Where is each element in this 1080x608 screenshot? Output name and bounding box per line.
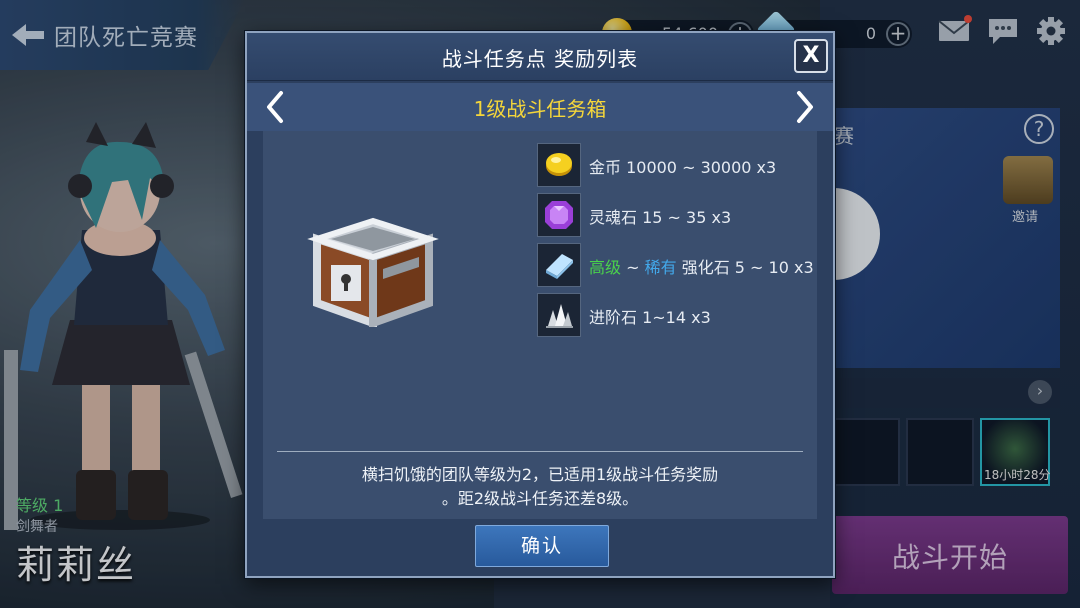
tier-title: 1级战斗任务箱 xyxy=(473,97,607,121)
close-button[interactable]: X xyxy=(794,39,828,73)
team-level-description: 横扫饥饿的团队等级为2，已适用1级战斗任务奖励 。距2级战斗任务还差8级。 xyxy=(263,463,817,511)
grade-high-label: 高级 xyxy=(589,258,622,277)
treasure-chest-icon xyxy=(307,217,439,327)
gold-coin-icon xyxy=(537,143,581,187)
enhance-stone-label: 强化石 5 ~ 10 x3 xyxy=(676,258,814,277)
modal-header: 战斗任务点 奖励列表 X xyxy=(247,33,833,81)
reward-content: 金币 10000 ~ 30000 x3 灵魂石 15 ~ 35 x3 高级 ~ … xyxy=(263,131,817,519)
confirm-button[interactable]: 确认 xyxy=(475,525,609,567)
grade-separator: ~ xyxy=(621,258,645,277)
reward-gold-text: 金币 10000 ~ 30000 x3 xyxy=(589,158,777,177)
reward-item-enhance-stone: 高级 ~ 稀有 强化石 5 ~ 10 x3 xyxy=(537,243,817,287)
advance-stone-icon xyxy=(537,293,581,337)
description-line-2: 。距2级战斗任务还差8级。 xyxy=(441,489,639,508)
chevron-right-icon[interactable] xyxy=(789,89,819,125)
reward-item-advance-stone: 进阶石 1~14 x3 xyxy=(537,293,817,337)
modal-title: 战斗任务点 奖励列表 xyxy=(441,47,639,71)
soul-stone-icon xyxy=(537,193,581,237)
content-divider xyxy=(277,451,803,452)
description-line-1: 横扫饥饿的团队等级为2，已适用1级战斗任务奖励 xyxy=(361,465,719,484)
reward-enhance-stone-text: 高级 ~ 稀有 强化石 5 ~ 10 x3 xyxy=(589,254,814,278)
reward-list-modal: 战斗任务点 奖励列表 X 1级战斗任务箱 金币 10000 ~ 30000 x3… xyxy=(245,31,835,578)
grade-rare-label: 稀有 xyxy=(644,258,677,277)
reward-soul-stone-text: 灵魂石 15 ~ 35 x3 xyxy=(589,208,732,227)
reward-item-gold: 金币 10000 ~ 30000 x3 xyxy=(537,143,817,187)
tier-selector: 1级战斗任务箱 xyxy=(247,83,833,131)
reward-advance-stone-text: 进阶石 1~14 x3 xyxy=(589,308,711,327)
reward-item-soul-stone: 灵魂石 15 ~ 35 x3 xyxy=(537,193,817,237)
enhance-stone-icon xyxy=(537,243,581,287)
